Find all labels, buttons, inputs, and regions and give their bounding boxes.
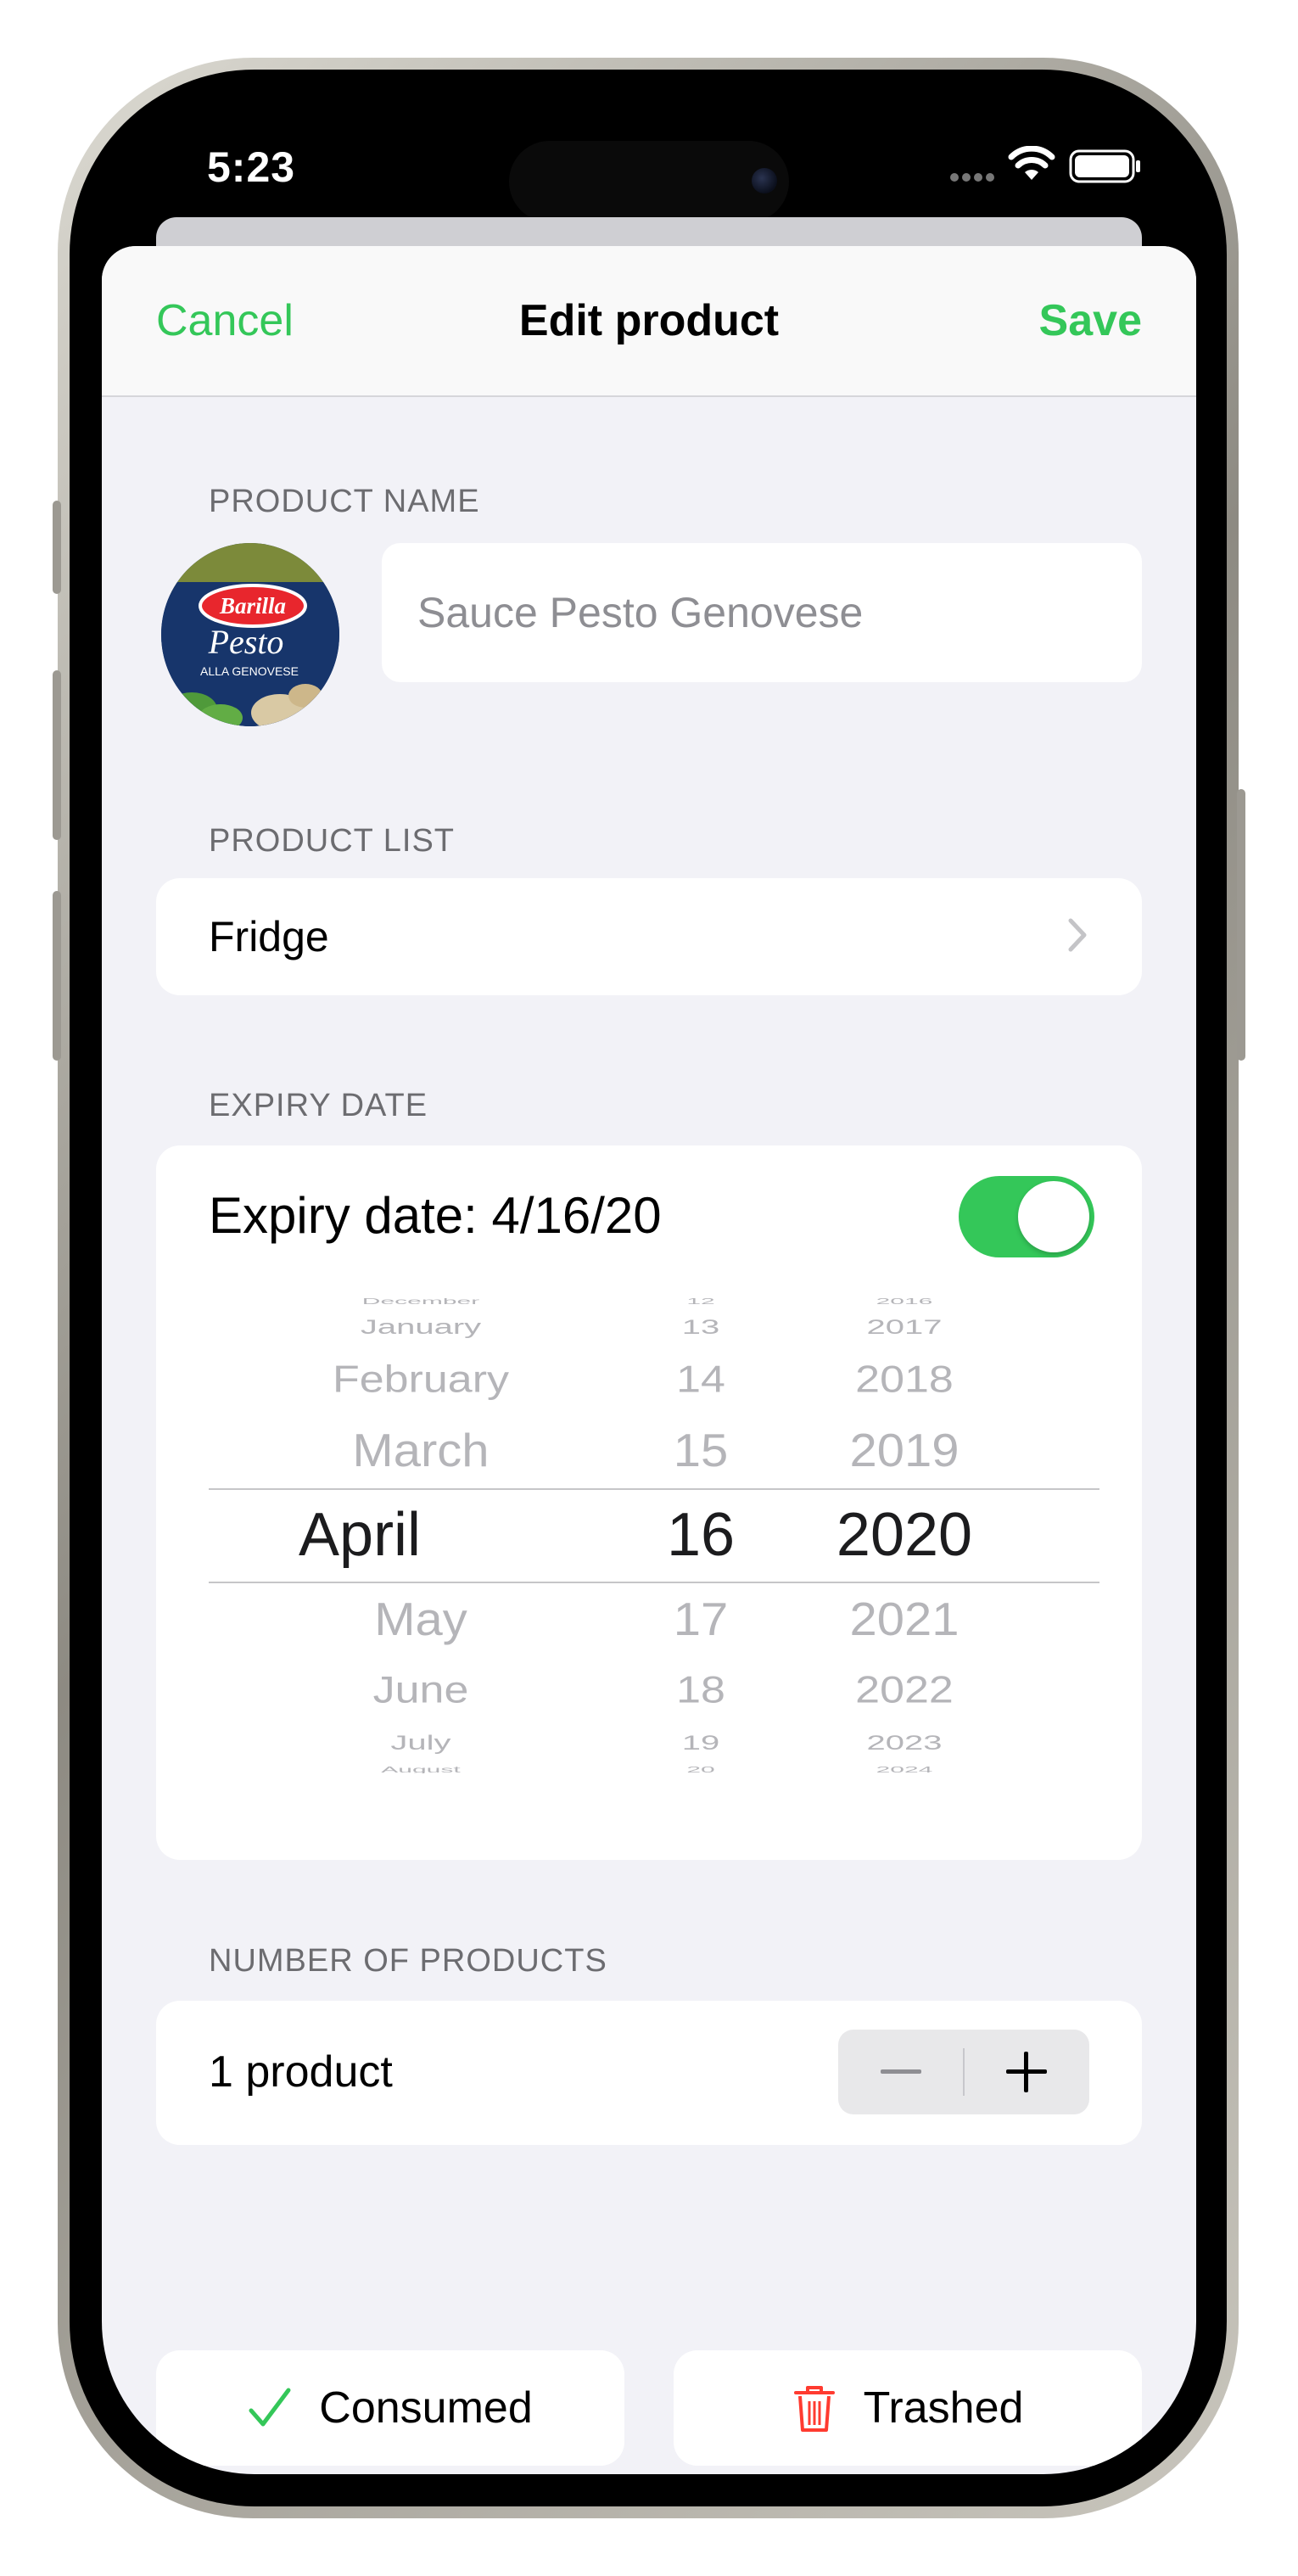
picker-year-option[interactable]: 2022 — [803, 1672, 1006, 1709]
picker-month-option[interactable]: August — [260, 1766, 582, 1773]
picker-year-option[interactable]: 2019 — [803, 1427, 1006, 1474]
picker-year-option[interactable]: 2020 — [803, 1504, 1006, 1565]
camera-icon — [752, 168, 777, 193]
volume-down-button — [53, 891, 61, 1061]
picker-day-option[interactable]: 13 — [641, 1317, 760, 1337]
picker-year-option[interactable]: 2018 — [803, 1361, 1006, 1398]
product-subtitle-text: ALLA GENOVESE — [200, 664, 299, 678]
picker-month-option[interactable]: February — [260, 1361, 582, 1398]
page-title: Edit product — [518, 296, 780, 345]
picker-day-option[interactable]: 20 — [641, 1766, 760, 1773]
picker-month-option[interactable]: June — [260, 1672, 582, 1709]
decrement-button[interactable] — [838, 2030, 964, 2114]
picker-day-option[interactable]: 19 — [641, 1733, 760, 1753]
product-list-value: Fridge — [209, 913, 329, 960]
picker-day-option[interactable]: 18 — [641, 1672, 760, 1709]
product-photo[interactable]: Barilla Pesto ALLA GENOVESE — [161, 543, 339, 726]
status-time: 5:23 — [207, 143, 296, 191]
trash-icon — [793, 2386, 835, 2432]
picker-day-option[interactable]: 17 — [641, 1596, 760, 1643]
picker-month-option[interactable]: May — [260, 1596, 582, 1643]
save-button[interactable]: Save — [1039, 295, 1142, 346]
picker-year-option[interactable]: 2024 — [803, 1766, 1006, 1773]
product-name-input[interactable] — [382, 543, 1142, 682]
dynamic-island — [509, 141, 789, 222]
product-title-text: Pesto — [208, 623, 284, 661]
picker-month-option[interactable]: April — [260, 1504, 582, 1565]
picker-month-option[interactable]: January — [260, 1317, 582, 1337]
navigation-bar: Cancel Edit product Save — [102, 246, 1196, 397]
expiry-date-picker[interactable]: December January February March April May June… — [209, 1298, 1099, 1773]
trashed-button[interactable]: Trashed — [674, 2350, 1142, 2466]
chevron-right-icon — [1068, 918, 1087, 952]
picker-day-option[interactable]: 15 — [641, 1427, 760, 1474]
picker-year-option[interactable]: 2017 — [803, 1317, 1006, 1337]
expiry-date-toggle[interactable] — [959, 1176, 1094, 1257]
wifi-icon — [1008, 146, 1055, 180]
minus-icon — [881, 2069, 921, 2074]
picker-year-option[interactable]: 2023 — [803, 1733, 1006, 1753]
checkmark-icon — [249, 2388, 291, 2427]
product-list-row[interactable]: Fridge — [156, 878, 1142, 995]
toggle-knob — [1018, 1181, 1089, 1252]
expiry-date-label: Expiry date: 4/16/20 — [209, 1187, 662, 1244]
quantity-stepper[interactable] — [838, 2030, 1089, 2114]
consumed-button[interactable]: Consumed — [156, 2350, 624, 2466]
section-header-number-of-products: NUMBER OF PRODUCTS — [209, 1943, 607, 1979]
picker-month-option[interactable]: March — [260, 1427, 582, 1474]
expiry-card: Expiry date: 4/16/20 December January Febr… — [156, 1145, 1142, 1860]
picker-selection-bottom-line — [209, 1582, 1099, 1583]
cellular-signal-icon — [950, 173, 994, 182]
picker-month-option[interactable]: July — [260, 1733, 582, 1753]
brand-text: Barilla — [219, 593, 286, 619]
picker-day-option[interactable]: 14 — [641, 1361, 760, 1398]
picker-day-option[interactable]: 16 — [641, 1504, 760, 1565]
volume-up-button — [53, 670, 61, 840]
consumed-label: Consumed — [319, 2383, 533, 2433]
product-count-label: 1 product — [209, 2047, 393, 2097]
plus-icon — [1006, 2052, 1047, 2092]
picker-month-option[interactable]: December — [260, 1298, 582, 1306]
picker-year-option[interactable]: 2021 — [803, 1596, 1006, 1643]
product-count-row: 1 product — [156, 2001, 1142, 2145]
section-header-product-list: PRODUCT LIST — [209, 823, 456, 859]
product-jar-image: Barilla Pesto ALLA GENOVESE — [161, 543, 339, 726]
picker-day-option[interactable]: 12 — [641, 1298, 760, 1306]
trashed-label: Trashed — [863, 2383, 1024, 2433]
picker-selection-top-line — [209, 1488, 1099, 1490]
power-button — [1237, 789, 1245, 1061]
section-header-product-name: PRODUCT NAME — [209, 484, 480, 519]
action-button — [53, 501, 61, 594]
battery-icon — [1069, 149, 1140, 183]
increment-button[interactable] — [964, 2030, 1089, 2114]
section-header-expiry-date: EXPIRY DATE — [209, 1088, 428, 1123]
edit-product-sheet: Cancel Edit product Save PRODUCT NAME Ba… — [102, 246, 1196, 2474]
screen: 5:23 Cancel Edit product Save PRODUCT NA… — [102, 102, 1196, 2474]
picker-year-option[interactable]: 2016 — [803, 1298, 1006, 1306]
